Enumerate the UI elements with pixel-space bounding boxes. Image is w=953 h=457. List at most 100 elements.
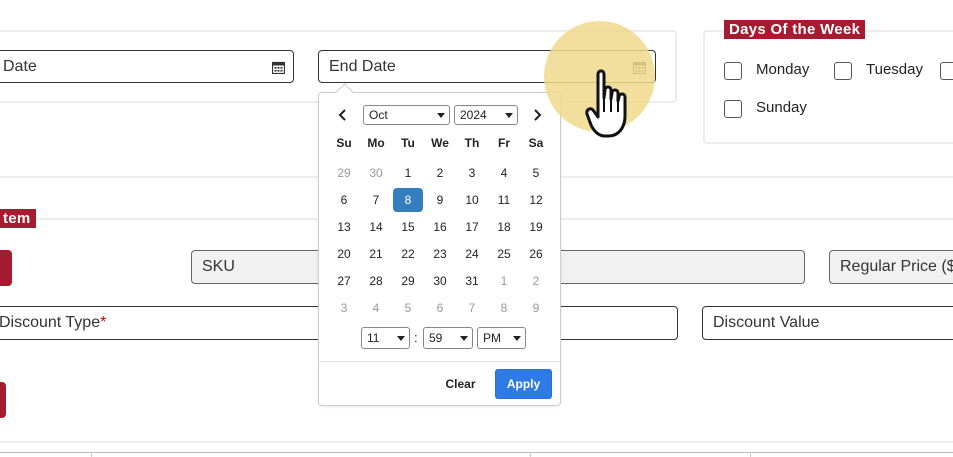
calendar-day[interactable]: 28	[360, 268, 392, 295]
start-date-placeholder: Date	[3, 57, 37, 75]
calendar-day[interactable]: 2	[520, 268, 552, 295]
calendar-day-number: 2	[436, 166, 444, 180]
calendar-day[interactable]: 18	[488, 214, 520, 241]
calendar-day[interactable]: 7	[360, 187, 392, 214]
calendar-day[interactable]: 19	[520, 214, 552, 241]
month-value: Oct	[369, 108, 388, 122]
calendar-day[interactable]: 2	[424, 160, 456, 187]
calendar-day[interactable]: 25	[488, 241, 520, 268]
item-action-button[interactable]	[0, 250, 12, 286]
calendar-day-number: 12	[529, 193, 543, 207]
calendar-day[interactable]: 24	[456, 241, 488, 268]
table-col-divider	[91, 452, 92, 457]
chevron-down-icon	[460, 335, 468, 341]
calendar-week-row: 6 7 8 9 10 11 12	[328, 187, 552, 214]
days-of-week-fieldset	[703, 30, 953, 144]
calendar-day[interactable]: 7	[456, 295, 488, 322]
calendar-day[interactable]: 31	[456, 268, 488, 295]
calendar-day[interactable]: 5	[520, 160, 552, 187]
calendar-day[interactable]: 17	[456, 214, 488, 241]
sunday-checkbox[interactable]	[724, 100, 742, 118]
calendar-day[interactable]: 11	[488, 187, 520, 214]
hour-value: 11	[367, 331, 380, 345]
ampm-value: PM	[483, 331, 501, 345]
calendar-day-number: 28	[369, 274, 383, 288]
calendar-day[interactable]: 16	[424, 214, 456, 241]
calendar-day[interactable]: 29	[328, 160, 360, 187]
calendar-day[interactable]: 6	[328, 187, 360, 214]
calendar-day-number: 26	[529, 247, 543, 261]
sku-placeholder: SKU	[202, 258, 235, 275]
calendar-day-number: 30	[433, 274, 447, 288]
weekday-header: Su Mo Tu We Th Fr Sa	[328, 133, 552, 160]
weekday-label: Su	[336, 136, 352, 150]
calendar-day[interactable]: 5	[392, 295, 424, 322]
weekday-label: Tu	[401, 136, 415, 150]
calendar-day-number: 9	[436, 193, 444, 207]
year-select[interactable]: 2024	[454, 105, 518, 125]
wednesday-checkbox[interactable]	[940, 62, 953, 80]
ampm-select[interactable]: PM	[477, 327, 526, 349]
calendar-day[interactable]: 8	[488, 295, 520, 322]
calendar-day[interactable]: 13	[328, 214, 360, 241]
tuesday-checkbox[interactable]	[834, 62, 852, 80]
calendar-day-number: 30	[369, 166, 383, 180]
calendar-day[interactable]: 1	[392, 160, 424, 187]
calendar-day-selected[interactable]: 8	[392, 187, 424, 214]
discount-value-input[interactable]: Discount Value	[702, 306, 953, 340]
calendar-day-number: 5	[532, 166, 540, 180]
hour-select[interactable]: 11	[361, 327, 410, 349]
calendar-day[interactable]: 10	[456, 187, 488, 214]
calendar-day[interactable]: 30	[424, 268, 456, 295]
chevron-down-icon	[513, 335, 521, 341]
monday-checkbox[interactable]	[724, 62, 742, 80]
calendar-day[interactable]: 3	[328, 295, 360, 322]
calendar-day[interactable]: 30	[360, 160, 392, 187]
calendar-day[interactable]: 3	[456, 160, 488, 187]
table-col-divider	[530, 452, 531, 457]
start-date-input[interactable]: Date	[0, 50, 294, 83]
calendar-day-number: 2	[532, 274, 540, 288]
regular-price-input[interactable]: Regular Price ($)	[829, 250, 953, 284]
calendar-day[interactable]: 4	[360, 295, 392, 322]
calendar-day-number: 4	[500, 166, 508, 180]
item-secondary-button[interactable]	[0, 382, 6, 418]
calendar-grid: Su Mo Tu We Th Fr Sa 29 30 1 2 3 4 5 6 7 8 9 10 11 12 13 14 15…	[328, 133, 552, 322]
calendar-day[interactable]: 6	[424, 295, 456, 322]
calendar-day[interactable]: 9	[520, 295, 552, 322]
chevron-left-icon[interactable]	[337, 109, 347, 121]
calendar-day[interactable]: 26	[520, 241, 552, 268]
calendar-day[interactable]: 21	[360, 241, 392, 268]
calendar-day[interactable]: 23	[424, 241, 456, 268]
calendar-day[interactable]: 15	[392, 214, 424, 241]
calendar-day-number: 19	[529, 220, 543, 234]
calendar-week-row: 3 4 5 6 7 8 9	[328, 295, 552, 322]
minute-select[interactable]: 59	[423, 327, 473, 349]
calendar-day-number: 11	[497, 193, 511, 207]
regular-price-placeholder: Regular Price ($)	[840, 258, 953, 275]
calendar-day-number: 15	[401, 220, 415, 234]
calendar-day[interactable]: 12	[520, 187, 552, 214]
chevron-down-icon	[505, 112, 513, 118]
calendar-day[interactable]: 9	[424, 187, 456, 214]
calendar-day-number: 17	[465, 220, 479, 234]
month-select[interactable]: Oct	[363, 105, 450, 125]
apply-button[interactable]: Apply	[495, 369, 552, 399]
calendar-day-number: 29	[337, 166, 351, 180]
discount-value-placeholder: Discount Value	[713, 314, 820, 331]
calendar-day[interactable]: 29	[392, 268, 424, 295]
time-separator: :	[414, 330, 418, 345]
calendar-day[interactable]: 1	[488, 268, 520, 295]
clear-button[interactable]: Clear	[437, 370, 484, 398]
days-of-week-legend: Days Of the Week	[724, 20, 866, 39]
calendar-day[interactable]: 27	[328, 268, 360, 295]
calendar-icon	[272, 61, 285, 74]
calendar-day-number: 1	[500, 274, 508, 288]
calendar-day[interactable]: 4	[488, 160, 520, 187]
calendar-day-number: 8	[500, 301, 508, 315]
calendar-day[interactable]: 14	[360, 214, 392, 241]
chevron-right-icon[interactable]	[533, 109, 543, 121]
calendar-day[interactable]: 22	[392, 241, 424, 268]
calendar-day[interactable]: 20	[328, 241, 360, 268]
calendar-day-number: 21	[369, 247, 383, 261]
